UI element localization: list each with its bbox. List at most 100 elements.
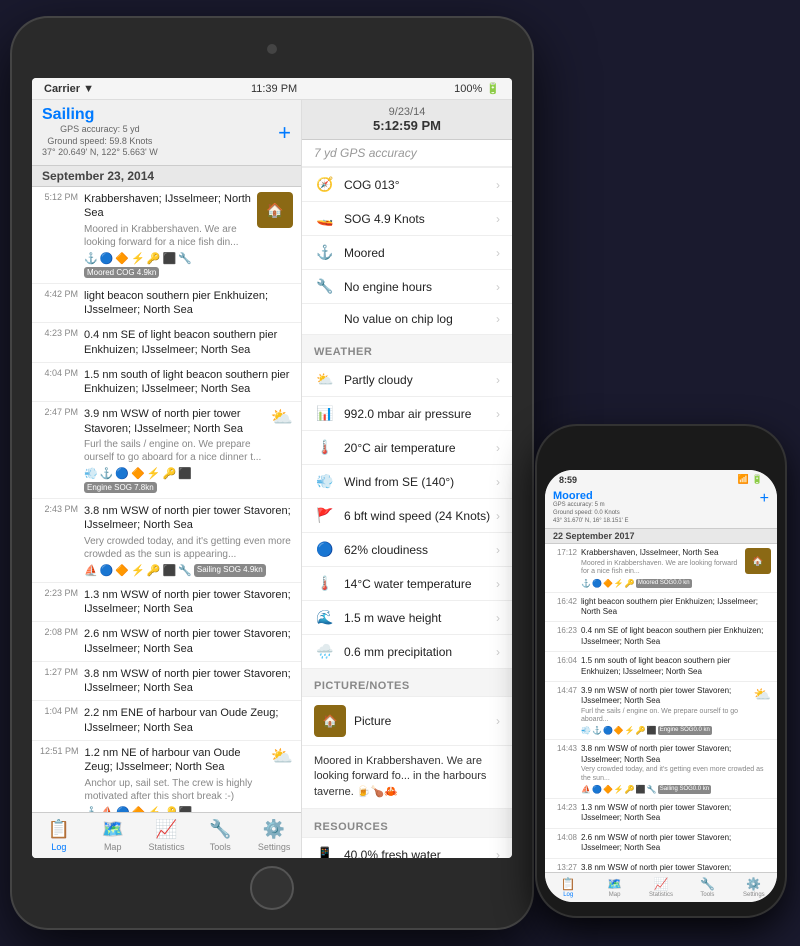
battery-percent: 100% — [454, 83, 482, 95]
entry-thumbnail: 🏠 — [257, 192, 293, 228]
detail-row-precipitation[interactable]: 🌧️ 0.6 mm precipitation › — [302, 634, 512, 669]
picture-thumbnail: 🏠 — [314, 705, 346, 737]
iphone-tab-statistics[interactable]: 📈 Statistics — [638, 875, 684, 900]
tab-settings[interactable]: ⚙️ Settings — [247, 817, 301, 854]
water-temp-icon: 🌡️ — [314, 575, 336, 592]
iphone-tab-map[interactable]: 🗺️ Map — [591, 875, 637, 900]
detail-row-wind-speed[interactable]: 🚩 6 bft wind speed (24 Knots) › — [302, 498, 512, 533]
weather-section: WEATHER ⛅ Partly cloudy › 📊 992.0 mbar a… — [302, 342, 512, 668]
list-item[interactable]: 16:42 light beacon southern pier Enkhuiz… — [545, 593, 777, 623]
list-item[interactable]: 16:23 0.4 nm SE of light beacon southern… — [545, 622, 777, 652]
weather-icon-2: ⛅ — [271, 746, 293, 767]
list-item[interactable]: 14:43 3.8 nm WSW of north pier tower Sta… — [545, 740, 777, 799]
chevron-icon: › — [496, 714, 500, 728]
iphone-tab-tools[interactable]: 🔧 Tools — [684, 875, 730, 900]
wifi-icon: 📶 — [738, 474, 749, 485]
list-item[interactable]: 1:04 PM 2.2 nm ENE of harbour van Oude Z… — [32, 701, 301, 741]
weather-icon: ⛅ — [754, 686, 771, 703]
detail-row-wind-dir[interactable]: 💨 Wind from SE (140°) › — [302, 464, 512, 499]
detail-row-water-temp[interactable]: 🌡️ 14°C water temperature › — [302, 566, 512, 601]
chevron-icon: › — [496, 246, 500, 260]
chevron-icon: › — [496, 441, 500, 455]
iphone-tab-settings[interactable]: ⚙️ Settings — [731, 875, 777, 900]
picture-label: Picture — [354, 714, 391, 728]
ipad-home-button[interactable] — [250, 866, 294, 910]
list-item[interactable]: 14:47 3.9 nm WSW of north pier tower Sta… — [545, 682, 777, 741]
iphone-add-button[interactable]: + — [760, 490, 769, 508]
ipad-battery: 100% 🔋 — [454, 82, 500, 95]
detail-row-cloudiness[interactable]: 🔵 62% cloudiness › — [302, 532, 512, 567]
detail-row-chiplog[interactable]: No value on chip log › — [302, 303, 512, 335]
tab-tools[interactable]: 🔧 Tools — [193, 817, 247, 854]
gps-accuracy-label: 7 yd GPS accuracy — [302, 140, 512, 167]
settings-tab-icon: ⚙️ — [263, 819, 285, 840]
chevron-icon: › — [496, 312, 500, 326]
wave-icon: 🌊 — [314, 609, 336, 626]
iphone-tab-log[interactable]: 📋 Log — [545, 875, 591, 900]
air-temp-icon: 🌡️ — [314, 439, 336, 456]
tools-tab-icon: 🔧 — [209, 819, 231, 840]
list-item[interactable]: 2:08 PM 2.6 nm WSW of north pier tower S… — [32, 622, 301, 662]
log-list-scroll[interactable]: September 23, 2014 5:12 PM Krabbershaven… — [32, 166, 301, 812]
list-item[interactable]: 13:27 3.8 nm WSW of north pier tower Sta… — [545, 859, 777, 872]
list-item[interactable]: 16:04 1.5 nm south of light beacon south… — [545, 652, 777, 682]
list-item[interactable]: 14:08 2.6 nm WSW of north pier tower Sta… — [545, 829, 777, 859]
weather-icon: ⛅ — [271, 407, 293, 428]
chevron-icon: › — [496, 178, 500, 192]
tab-map[interactable]: 🗺️ Map — [86, 817, 140, 854]
log-list-panel: Sailing GPS accuracy: 5 yd Ground speed:… — [32, 100, 302, 858]
pressure-icon: 📊 — [314, 405, 336, 422]
detail-row-partly-cloudy[interactable]: ⛅ Partly cloudy › — [302, 362, 512, 397]
chevron-icon: › — [496, 645, 500, 659]
list-item[interactable]: 2:23 PM 1.3 nm WSW of north pier tower S… — [32, 583, 301, 623]
chevron-icon: › — [496, 577, 500, 591]
list-item[interactable]: 2:43 PM 3.8 nm WSW of north pier tower S… — [32, 499, 301, 583]
entry-thumbnail: 🏠 — [745, 548, 771, 574]
list-item[interactable]: 12:51 PM 1.2 nm NE of harbour van Oude Z… — [32, 741, 301, 812]
iphone-nav-title: Moored — [553, 490, 628, 502]
detail-row-air-temp[interactable]: 🌡️ 20°C air temperature › — [302, 430, 512, 465]
detail-header: 9/23/14 5:12:59 PM — [302, 100, 512, 140]
list-item[interactable]: 14:23 1.3 nm WSW of north pier tower Sta… — [545, 799, 777, 829]
list-item[interactable]: 5:12 PM Krabbershaven; IJsselmeer; North… — [32, 187, 301, 284]
iphone-status-right: 📶 🔋 — [738, 474, 763, 485]
list-item[interactable]: 1:27 PM 3.8 nm WSW of north pier tower S… — [32, 662, 301, 702]
ipad-screen: Carrier ▼ 11:39 PM 100% 🔋 Sailing GPS ac… — [32, 78, 512, 858]
list-item[interactable]: 4:23 PM 0.4 nm SE of light beacon southe… — [32, 323, 301, 363]
list-item[interactable]: 4:42 PM light beacon southern pier Enkhu… — [32, 284, 301, 324]
picture-row[interactable]: 🏠 Picture › — [302, 696, 512, 746]
add-log-button[interactable]: + — [278, 120, 291, 146]
log-tab-icon: 📋 — [48, 819, 70, 840]
log-date-sep23: September 23, 2014 — [32, 166, 301, 187]
detail-row-moored[interactable]: ⚓ Moored › — [302, 235, 512, 270]
iphone-device: 8:59 📶 🔋 Moored GPS accuracy: 5 m Ground… — [537, 426, 785, 916]
tab-statistics[interactable]: 📈 Statistics — [140, 817, 194, 854]
ipad-camera — [267, 44, 277, 54]
sog-icon: 🚤 — [314, 210, 336, 227]
detail-row-pressure[interactable]: 📊 992.0 mbar air pressure › — [302, 396, 512, 431]
cloudiness-icon: 🔵 — [314, 541, 336, 558]
list-item[interactable]: 4:04 PM 1.5 nm south of light beacon sou… — [32, 363, 301, 403]
chevron-icon: › — [496, 212, 500, 226]
list-item[interactable]: 2:47 PM 3.9 nm WSW of north pier tower S… — [32, 402, 301, 499]
list-item[interactable]: 17:12 Krabbershaven, IJsselmeer, North S… — [545, 544, 777, 592]
wind-dir-icon: 💨 — [314, 473, 336, 490]
detail-date: 9/23/14 — [314, 106, 500, 118]
detail-row-freshwater[interactable]: 📱 40.0% fresh water › — [302, 837, 512, 858]
chevron-icon: › — [496, 848, 500, 858]
resources-section-header: RESOURCES — [302, 817, 512, 837]
moored-icon: ⚓ — [314, 244, 336, 261]
iphone-tab-bar: 📋 Log 🗺️ Map 📈 Statistics 🔧 Tools ⚙️ Set… — [545, 872, 777, 902]
chevron-icon: › — [496, 509, 500, 523]
iphone-date-header: 22 September 2017 — [545, 529, 777, 544]
detail-row-sog[interactable]: 🚤 SOG 4.9 Knots › — [302, 201, 512, 236]
iphone-log-scroll[interactable]: 17:12 Krabbershaven, IJsselmeer, North S… — [545, 544, 777, 872]
notes-box: Moored in Krabbershaven. We are looking … — [302, 746, 512, 809]
detail-row-wave[interactable]: 🌊 1.5 m wave height › — [302, 600, 512, 635]
detail-row-cog[interactable]: 🧭 COG 013° › — [302, 167, 512, 202]
tab-log[interactable]: 📋 Log — [32, 817, 86, 854]
chevron-icon: › — [496, 280, 500, 294]
partly-cloudy-icon: ⛅ — [314, 371, 336, 388]
detail-row-engine[interactable]: 🔧 No engine hours › — [302, 269, 512, 304]
battery-icon: 🔋 — [486, 82, 500, 95]
